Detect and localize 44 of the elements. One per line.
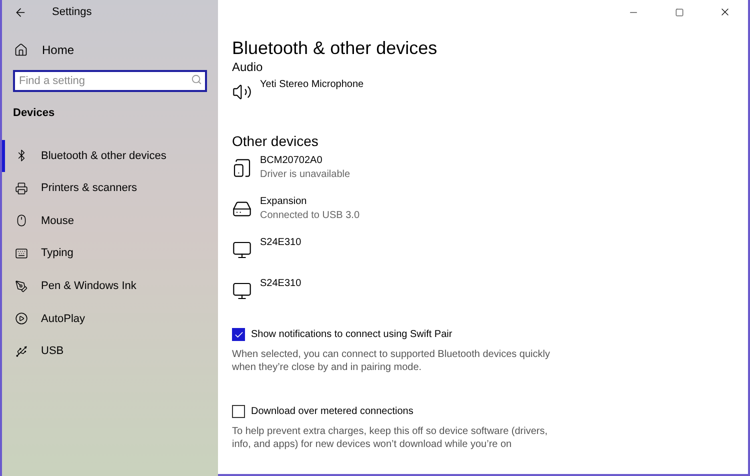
home-nav-item[interactable]: Home — [2, 38, 218, 62]
device-name: Yeti Stereo Microphone — [260, 78, 364, 92]
page-title: Bluetooth & other devices — [232, 37, 438, 60]
checkbox-label: Show notifications to connect using Swift Pair — [251, 328, 452, 342]
device-status: Connected to USB 3.0 — [260, 209, 360, 222]
monitor-icon — [232, 240, 252, 260]
device-name: BCM20702A0 — [260, 154, 324, 168]
nav-item[interactable]: Pen & Windows Ink — [2, 270, 218, 302]
nav-item[interactable]: USB — [2, 335, 218, 368]
section-heading: Audio — [232, 60, 264, 74]
close-icon — [719, 6, 731, 18]
checkbox[interactable] — [232, 328, 245, 341]
nav-item[interactable]: Typing — [2, 237, 218, 270]
checkbox-label: Download over metered connections — [251, 405, 414, 419]
section-heading: Other devices — [232, 132, 320, 150]
maximize-icon — [674, 8, 684, 16]
back-icon — [14, 6, 26, 18]
monitor-icon — [232, 281, 252, 301]
speaker-icon — [232, 82, 252, 102]
check-icon — [234, 330, 244, 340]
pen-icon — [15, 280, 28, 293]
section-heading: Devices — [12, 106, 56, 121]
search-icon — [191, 74, 202, 84]
search-field[interactable]: Find a setting — [13, 70, 207, 92]
option-description: To help prevent extra charges, keep this off so device software (drivers, info, and apps) for new devices won’t download while you’re on — [232, 425, 549, 451]
printer-icon — [15, 182, 28, 195]
mouse-icon — [15, 214, 28, 228]
checkbox[interactable] — [232, 405, 245, 418]
nav-item[interactable]: AutoPlay — [2, 302, 218, 336]
nav-item[interactable]: Mouse — [2, 204, 218, 238]
window-title: Settings — [52, 4, 92, 20]
device-name: S24E310 — [260, 277, 302, 291]
home-icon — [14, 43, 28, 57]
nav-item[interactable]: Bluetooth & other devices — [2, 140, 218, 172]
device-name: S24E310 — [260, 236, 302, 250]
play-circle-icon — [15, 312, 28, 326]
keyboard-icon — [15, 247, 28, 260]
usb-icon — [15, 344, 28, 358]
devices-icon — [232, 158, 252, 178]
device-status: Driver is unavailable — [260, 168, 350, 181]
drive-icon — [232, 199, 252, 219]
option-description: When selected, you can connect to supported Bluetooth devices quickly when they’re close by and in pairing mode. — [232, 348, 551, 374]
device-name: Expansion — [260, 195, 308, 209]
nav-item[interactable]: Printers & scanners — [2, 172, 218, 205]
